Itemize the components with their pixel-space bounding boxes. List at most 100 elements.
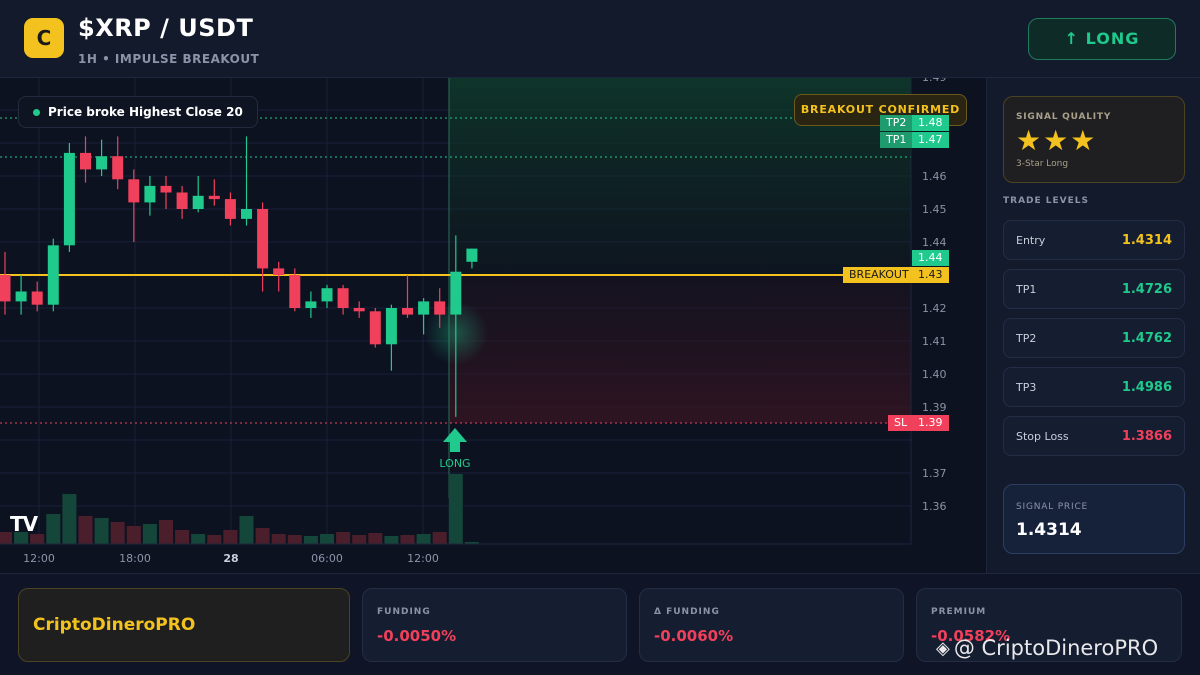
signal-price-title: SIGNAL PRICE: [1016, 502, 1089, 512]
candle-body: [208, 195, 220, 200]
candle-body: [160, 185, 172, 193]
tp1-tag: TP1: [880, 132, 913, 148]
candle-body: [337, 288, 349, 308]
status-dot-icon: [33, 108, 40, 116]
y-tick-label: 1.49: [922, 78, 947, 84]
signal-price-value: 1.4314: [1016, 520, 1082, 540]
long-entry-marker: LONG: [437, 428, 473, 470]
chart-subtitle: 1H • IMPULSE BREAKOUT: [78, 52, 260, 66]
volume-bar: [159, 520, 173, 544]
delta-funding-value: -0.0060%: [654, 627, 734, 645]
trade-level-value: 1.4762: [1121, 331, 1172, 346]
volume-bar: [142, 524, 157, 544]
chart-canvas[interactable]: 1.49 1.47 1.46 1.45 1.44 1.42 1.41 1.40 1.39 1.37…: [0, 78, 985, 573]
signal-price-card: SIGNAL PRICE 1.4314: [1003, 484, 1185, 554]
trade-level-stop-loss: Stop Loss 1.3866: [1003, 416, 1185, 456]
candle-body: [353, 308, 365, 312]
candle-body: [434, 301, 446, 315]
signal-sidebar: SIGNAL QUALITY ★★★ 3-Star Long TRADE LEV…: [986, 78, 1200, 573]
premium-title: PREMIUM: [931, 607, 987, 617]
volume-bar: [175, 530, 190, 544]
candle-body: [369, 311, 381, 345]
y-tick-label: 1.39: [922, 401, 947, 414]
brand-card: CriptoDineroPRO: [18, 588, 350, 662]
y-tick-label: 1.46: [922, 170, 947, 183]
candle-body: [112, 156, 124, 180]
volume-bar: [287, 535, 302, 544]
trade-level-tp3: TP3 1.4986: [1003, 367, 1185, 407]
volume-bar: [239, 516, 254, 544]
star-rating-icon: ★★★: [1016, 124, 1098, 157]
watermark-text: @ CriptoDineroPRO: [953, 636, 1159, 660]
trade-level-label: Stop Loss: [1016, 430, 1069, 443]
volume-bar: [271, 534, 286, 544]
volume-bar: [126, 526, 141, 544]
candle-body: [289, 275, 301, 308]
candle-body: [402, 308, 413, 315]
x-tick-label: 12:00: [23, 552, 55, 565]
candle-body: [0, 275, 11, 302]
volume-bar: [432, 532, 447, 544]
candle-body: [305, 301, 317, 308]
long-signal-button[interactable]: ↑ LONG: [1028, 18, 1176, 60]
trade-level-tp1: TP1 1.4726: [1003, 269, 1185, 309]
trade-level-value: 1.3866: [1121, 429, 1172, 444]
y-tick-label: 1.36: [922, 500, 947, 513]
volume-bar: [352, 535, 367, 544]
candle-body: [15, 291, 27, 302]
y-tick-label: 1.44: [922, 236, 947, 249]
y-tick-label: 1.42: [922, 302, 947, 315]
sl-value-tag: 1.39: [912, 415, 949, 431]
tp2-tag: TP2: [880, 115, 913, 131]
trade-level-value: 1.4314: [1121, 233, 1172, 248]
volume-bar: [448, 474, 463, 544]
candle-body: [224, 199, 236, 219]
candle-body: [418, 301, 430, 315]
binance-diamond-icon: ◈: [936, 637, 950, 659]
breakout-notice-text: Price broke Highest Close 20: [48, 105, 243, 119]
candle-body: [241, 209, 252, 219]
x-tick-label: 28: [223, 552, 238, 565]
header: C $XRP / USDT 1H • IMPULSE BREAKOUT ↑ LO…: [0, 0, 1200, 78]
long-marker-label: LONG: [439, 457, 471, 470]
candle-body: [96, 156, 108, 170]
volume-bar: [416, 534, 431, 544]
y-tick-label: 1.40: [922, 368, 947, 381]
candle-body: [31, 291, 43, 305]
volume-bar: [400, 535, 415, 544]
y-tick-label: 1.45: [922, 203, 947, 216]
breakout-notice: Price broke Highest Close 20: [18, 96, 258, 128]
trade-levels-title: TRADE LEVELS: [1003, 196, 1089, 206]
candle-body: [321, 288, 333, 302]
volume-bar: [78, 516, 93, 544]
y-tick-label: 1.37: [922, 467, 947, 480]
tp2-value-tag: 1.48: [912, 115, 949, 131]
price-chart[interactable]: 1.49 1.47 1.46 1.45 1.44 1.42 1.41 1.40 1.39 1.37…: [0, 78, 985, 573]
volume-bar: [303, 536, 318, 544]
candle-body: [63, 152, 75, 246]
volume-bar: [62, 494, 77, 544]
candle-body: [450, 271, 462, 315]
candle-body: [466, 248, 478, 262]
candle-body: [273, 268, 285, 275]
brand-name: CriptoDineroPRO: [33, 615, 196, 635]
delta-funding-title: Δ FUNDING: [654, 607, 720, 617]
x-tick-label: 18:00: [119, 552, 151, 565]
candle-body: [176, 192, 188, 209]
trade-level-label: TP1: [1016, 283, 1037, 296]
volume-bar: [223, 530, 238, 544]
sl-tag: SL: [888, 415, 914, 431]
signal-quality-title: SIGNAL QUALITY: [1016, 112, 1112, 122]
trade-level-value: 1.4986: [1121, 380, 1172, 395]
current-price-tag: 1.44: [912, 250, 949, 266]
candle-body: [47, 245, 59, 305]
signal-quality-sub: 3-Star Long: [1016, 159, 1069, 169]
candle-body: [144, 185, 156, 203]
candle-body: [80, 152, 91, 170]
volume-bar: [336, 532, 351, 544]
risk-zone: [449, 275, 911, 423]
funding-value: -0.0050%: [377, 627, 457, 645]
x-tick-label: 12:00: [407, 552, 439, 565]
tp1-value-tag: 1.47: [912, 132, 949, 148]
funding-title: FUNDING: [377, 607, 431, 617]
